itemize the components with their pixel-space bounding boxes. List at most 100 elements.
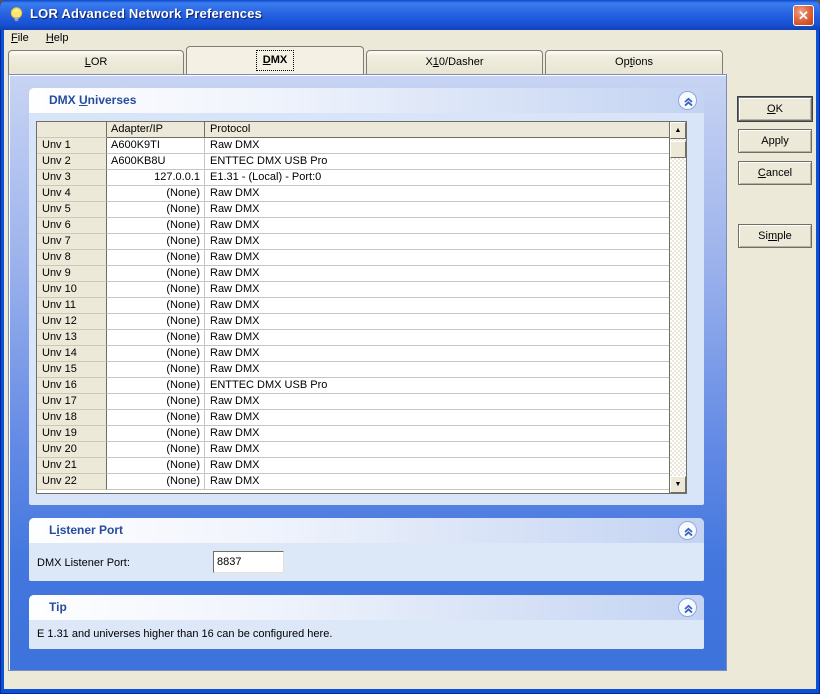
table-row[interactable]: Unv 5 (None) Raw DMX [37, 202, 669, 218]
table-row[interactable]: Unv 21 (None) Raw DMX [37, 458, 669, 474]
scroll-up-button[interactable]: ▲ [670, 122, 686, 139]
row-protocol-cell[interactable]: E1.31 - (Local) - Port:0 [205, 170, 669, 186]
row-label-cell[interactable]: Unv 6 [37, 218, 107, 234]
table-row[interactable]: Unv 3 127.0.0.1 E1.31 - (Local) - Port:0 [37, 170, 669, 186]
row-adapter-cell[interactable]: (None) [107, 314, 205, 330]
row-protocol-cell[interactable]: Raw DMX [205, 426, 669, 442]
row-label-cell[interactable]: Unv 12 [37, 314, 107, 330]
row-adapter-cell[interactable]: (None) [107, 250, 205, 266]
row-protocol-cell[interactable]: ENTTEC DMX USB Pro [205, 154, 669, 170]
row-adapter-cell[interactable]: (None) [107, 426, 205, 442]
row-label-cell[interactable]: Unv 4 [37, 186, 107, 202]
table-row[interactable]: Unv 6 (None) Raw DMX [37, 218, 669, 234]
row-adapter-cell[interactable]: (None) [107, 442, 205, 458]
row-adapter-cell[interactable]: A600K9TI [107, 138, 205, 154]
row-adapter-cell[interactable]: (None) [107, 330, 205, 346]
table-row[interactable]: Unv 14 (None) Raw DMX [37, 346, 669, 362]
dmx-listener-port-input[interactable] [213, 551, 284, 573]
row-label-cell[interactable]: Unv 2 [37, 154, 107, 170]
cancel-button[interactable]: Cancel [738, 161, 812, 185]
row-label-cell[interactable]: Unv 15 [37, 362, 107, 378]
table-row[interactable]: Unv 15 (None) Raw DMX [37, 362, 669, 378]
menu-help[interactable]: Help [39, 30, 76, 45]
row-label-cell[interactable]: Unv 10 [37, 282, 107, 298]
row-protocol-cell[interactable]: Raw DMX [205, 266, 669, 282]
row-protocol-cell[interactable]: Raw DMX [205, 442, 669, 458]
tab-options[interactable]: Options [545, 50, 723, 74]
row-protocol-cell[interactable]: ENTTEC DMX USB Pro [205, 378, 669, 394]
row-adapter-cell[interactable]: (None) [107, 234, 205, 250]
collapse-tip-button[interactable] [678, 598, 697, 617]
row-label-cell[interactable]: Unv 1 [37, 138, 107, 154]
row-adapter-cell[interactable]: (None) [107, 202, 205, 218]
row-protocol-cell[interactable]: Raw DMX [205, 298, 669, 314]
row-adapter-cell[interactable]: (None) [107, 458, 205, 474]
row-protocol-cell[interactable]: Raw DMX [205, 138, 669, 154]
row-label-cell[interactable]: Unv 21 [37, 458, 107, 474]
table-row[interactable]: Unv 22 (None) Raw DMX [37, 474, 669, 490]
tab-lor[interactable]: LOR [8, 50, 184, 74]
row-label-cell[interactable]: Unv 9 [37, 266, 107, 282]
tab-x10-dasher[interactable]: X10/Dasher [366, 50, 543, 74]
row-label-cell[interactable]: Unv 7 [37, 234, 107, 250]
row-protocol-cell[interactable]: Raw DMX [205, 474, 669, 490]
row-label-cell[interactable]: Unv 16 [37, 378, 107, 394]
row-protocol-cell[interactable]: Raw DMX [205, 458, 669, 474]
table-row[interactable]: Unv 12 (None) Raw DMX [37, 314, 669, 330]
row-protocol-cell[interactable]: Raw DMX [205, 330, 669, 346]
table-row[interactable]: Unv 17 (None) Raw DMX [37, 394, 669, 410]
row-protocol-cell[interactable]: Raw DMX [205, 218, 669, 234]
row-adapter-cell[interactable]: (None) [107, 346, 205, 362]
table-row[interactable]: Unv 10 (None) Raw DMX [37, 282, 669, 298]
row-label-cell[interactable]: Unv 18 [37, 410, 107, 426]
row-adapter-cell[interactable]: A600KB8U [107, 154, 205, 170]
row-label-cell[interactable]: Unv 5 [37, 202, 107, 218]
row-adapter-cell[interactable]: (None) [107, 474, 205, 490]
row-protocol-cell[interactable]: Raw DMX [205, 314, 669, 330]
table-row[interactable]: Unv 18 (None) Raw DMX [37, 410, 669, 426]
row-label-cell[interactable]: Unv 19 [37, 426, 107, 442]
row-adapter-cell[interactable]: (None) [107, 362, 205, 378]
row-adapter-cell[interactable]: (None) [107, 186, 205, 202]
table-row[interactable]: Unv 4 (None) Raw DMX [37, 186, 669, 202]
titlebar[interactable]: LOR Advanced Network Preferences ✕ [0, 0, 820, 30]
row-adapter-cell[interactable]: (None) [107, 282, 205, 298]
table-row[interactable]: Unv 19 (None) Raw DMX [37, 426, 669, 442]
ok-button[interactable]: OK [738, 97, 812, 121]
tab-dmx[interactable]: DMX [186, 46, 364, 74]
row-protocol-cell[interactable]: Raw DMX [205, 282, 669, 298]
row-protocol-cell[interactable]: Raw DMX [205, 410, 669, 426]
collapse-listener-button[interactable] [678, 521, 697, 540]
menu-file[interactable]: File [4, 30, 36, 45]
row-adapter-cell[interactable]: (None) [107, 394, 205, 410]
close-button[interactable]: ✕ [793, 5, 814, 26]
row-label-cell[interactable]: Unv 11 [37, 298, 107, 314]
row-protocol-cell[interactable]: Raw DMX [205, 234, 669, 250]
simple-button[interactable]: Simple [738, 224, 812, 248]
row-label-cell[interactable]: Unv 14 [37, 346, 107, 362]
row-protocol-cell[interactable]: Raw DMX [205, 250, 669, 266]
apply-button[interactable]: Apply [738, 129, 812, 153]
table-row[interactable]: Unv 13 (None) Raw DMX [37, 330, 669, 346]
table-row[interactable]: Unv 9 (None) Raw DMX [37, 266, 669, 282]
universe-table-scrollbar[interactable]: ▲ ▼ [669, 122, 686, 493]
row-label-cell[interactable]: Unv 3 [37, 170, 107, 186]
table-row[interactable]: Unv 20 (None) Raw DMX [37, 442, 669, 458]
row-adapter-cell[interactable]: (None) [107, 410, 205, 426]
row-label-cell[interactable]: Unv 8 [37, 250, 107, 266]
row-label-cell[interactable]: Unv 13 [37, 330, 107, 346]
table-row[interactable]: Unv 2 A600KB8U ENTTEC DMX USB Pro [37, 154, 669, 170]
row-adapter-cell[interactable]: (None) [107, 298, 205, 314]
row-adapter-cell[interactable]: (None) [107, 378, 205, 394]
row-adapter-cell[interactable]: 127.0.0.1 [107, 170, 205, 186]
row-protocol-cell[interactable]: Raw DMX [205, 362, 669, 378]
row-protocol-cell[interactable]: Raw DMX [205, 346, 669, 362]
collapse-universes-button[interactable] [678, 91, 697, 110]
row-adapter-cell[interactable]: (None) [107, 266, 205, 282]
scroll-down-button[interactable]: ▼ [670, 476, 686, 493]
row-protocol-cell[interactable]: Raw DMX [205, 202, 669, 218]
row-label-cell[interactable]: Unv 20 [37, 442, 107, 458]
scrollbar-thumb[interactable] [670, 141, 686, 158]
row-adapter-cell[interactable]: (None) [107, 218, 205, 234]
table-row[interactable]: Unv 16 (None) ENTTEC DMX USB Pro [37, 378, 669, 394]
